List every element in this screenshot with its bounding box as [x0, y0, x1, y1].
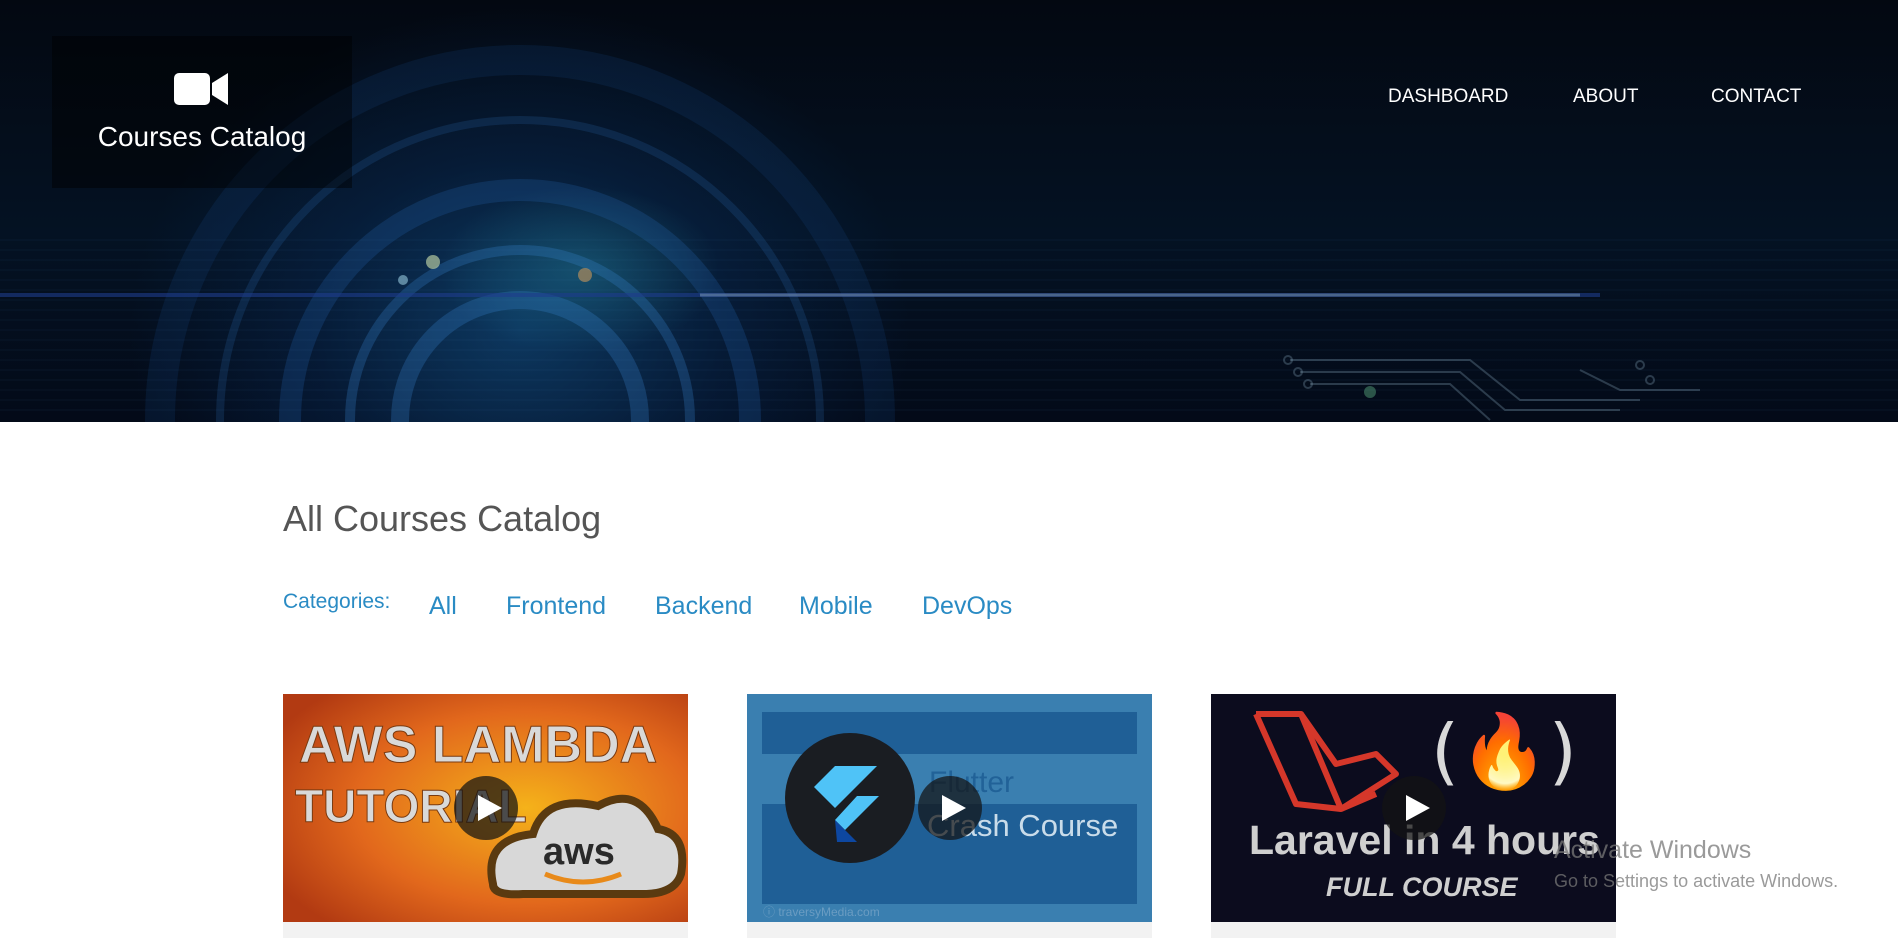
nav-contact[interactable]: CONTACT: [1711, 86, 1801, 108]
thumb-line2: FULL COURSE: [1326, 872, 1518, 902]
category-backend[interactable]: Backend: [655, 592, 752, 621]
categories-label: Categories:: [283, 590, 391, 613]
play-icon: [477, 795, 502, 821]
thumb-logo: (🔥): [1431, 709, 1577, 793]
category-devops[interactable]: DevOps: [922, 592, 1012, 621]
thumb-line1: AWS LAMBDA: [299, 716, 657, 774]
course-card-flutter[interactable]: Flutter Crash Course ⓘ traversyMedia.com: [747, 694, 1152, 938]
category-mobile[interactable]: Mobile: [799, 592, 873, 621]
video-camera-icon: [174, 73, 228, 105]
play-button[interactable]: [454, 776, 518, 840]
nav-dashboard[interactable]: DASHBOARD: [1388, 86, 1508, 108]
play-button[interactable]: [918, 776, 982, 840]
page-title: All Courses Catalog: [283, 498, 602, 539]
brand-logo[interactable]: Courses Catalog: [52, 36, 352, 188]
play-icon: [1405, 795, 1430, 821]
watermark-subtitle: Go to Settings to activate Windows.: [1554, 871, 1839, 891]
play-button[interactable]: [1382, 776, 1446, 840]
thumb-credit: ⓘ traversyMedia.com: [763, 905, 880, 919]
play-icon: [941, 795, 966, 821]
watermark-title: Activate Windows: [1554, 836, 1752, 864]
category-frontend[interactable]: Frontend: [506, 592, 606, 621]
category-all[interactable]: All: [429, 592, 457, 621]
nav-about[interactable]: ABOUT: [1573, 86, 1638, 108]
course-card-aws-lambda[interactable]: AWS LAMBDA TUTORIAL aws: [283, 694, 688, 938]
course-card-laravel[interactable]: (🔥) Laravel in 4 hours FULL COURSE: [1211, 694, 1616, 938]
windows-activation-watermark: Activate Windows Go to Settings to activ…: [1554, 836, 1838, 892]
brand-title: Courses Catalog: [97, 121, 307, 152]
hero-banner: Courses Catalog DASHBOARD ABOUT CONTACT: [0, 0, 1898, 422]
thumb-badge: aws: [543, 831, 615, 873]
